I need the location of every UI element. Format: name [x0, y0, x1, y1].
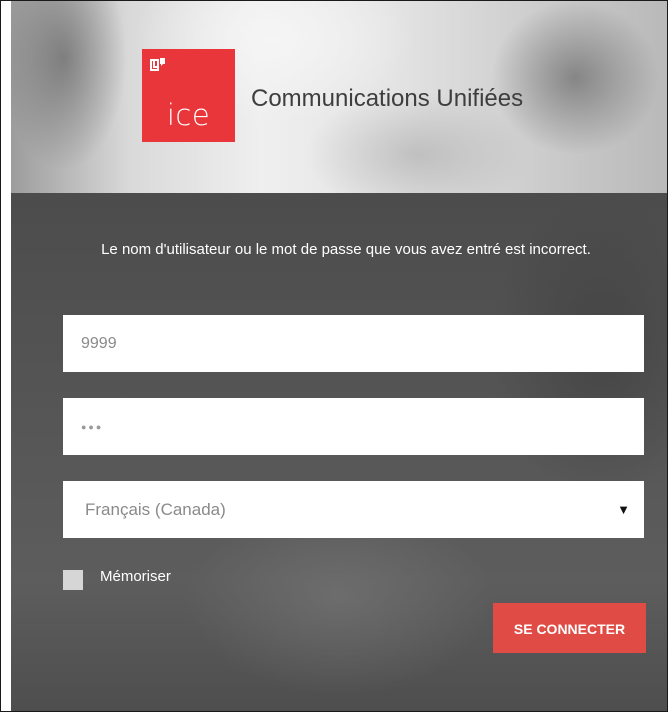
language-select[interactable]: Français (Canada) ▼ [63, 481, 644, 538]
logo-text: ice [166, 98, 211, 132]
chevron-down-icon: ▼ [617, 502, 630, 517]
background-panel: ice Communications Unifiées Le nom d'uti… [11, 1, 667, 711]
remember-checkbox[interactable] [63, 570, 83, 590]
sign-in-button[interactable]: SE CONNECTER [493, 603, 646, 653]
error-message: Le nom d'utilisateur ou le mot de passe … [101, 241, 591, 258]
app-title: Communications Unifiées [251, 85, 524, 112]
login-page: ice Communications Unifiées Le nom d'uti… [0, 0, 668, 712]
password-input[interactable] [63, 398, 644, 455]
language-selected-value: Français (Canada) [85, 500, 226, 519]
remember-label: Mémoriser [100, 568, 171, 585]
password-field[interactable] [63, 398, 644, 455]
brand-logo: ice [142, 49, 235, 142]
username-input[interactable] [63, 315, 644, 372]
lync-icon [150, 58, 165, 71]
username-field[interactable] [63, 315, 644, 372]
